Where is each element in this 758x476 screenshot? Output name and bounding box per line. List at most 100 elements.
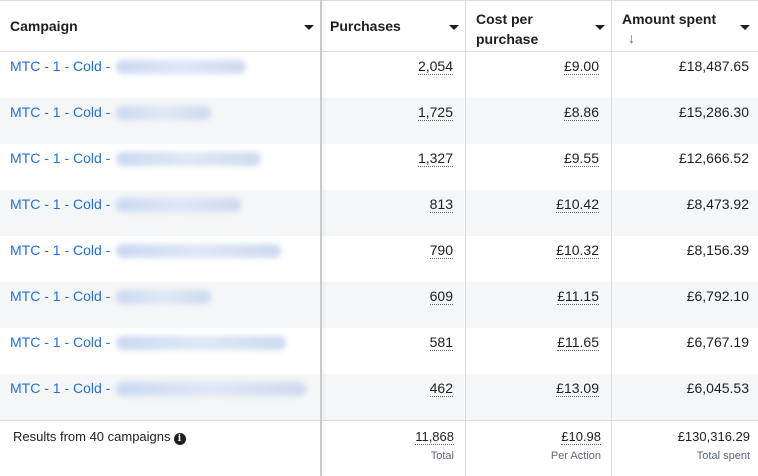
- campaign-name-link[interactable]: MTC - 1 - Cold -: [10, 282, 310, 328]
- amount-spent-cell: £8,473.92: [687, 190, 749, 236]
- purchases-cell[interactable]: 813: [429, 190, 453, 236]
- cost-value: £11.15: [557, 288, 599, 305]
- cost-total[interactable]: £10.98: [561, 429, 601, 445]
- campaign-name-text: MTC - 1 - Cold -: [10, 58, 111, 74]
- purchases-cell[interactable]: 1,327: [417, 144, 453, 190]
- cost-value: £10.42: [556, 196, 599, 213]
- amount-value: £8,156.39: [686, 242, 749, 258]
- campaign-name-link[interactable]: MTC - 1 - Cold -: [10, 52, 310, 98]
- campaign-name-text: MTC - 1 - Cold -: [10, 196, 111, 212]
- purchases-cell[interactable]: 609: [429, 282, 453, 328]
- amount-spent-cell: £15,286.30: [679, 98, 749, 144]
- chevron-down-icon[interactable]: [740, 25, 750, 30]
- redacted-name: [116, 336, 287, 351]
- purchases-cell[interactable]: 581: [429, 328, 453, 374]
- cost-per-purchase-cell[interactable]: £10.32: [556, 236, 599, 282]
- campaign-name-text: MTC - 1 - Cold -: [10, 104, 111, 120]
- amount-value: £12,666.52: [678, 150, 749, 166]
- column-header-label: Campaign: [10, 18, 78, 34]
- amount-spent-cell: £6,045.53: [687, 374, 749, 420]
- purchases-cell[interactable]: 790: [429, 236, 453, 282]
- info-icon[interactable]: i: [173, 433, 186, 445]
- redacted-name: [116, 198, 242, 213]
- cost-value: £8.86: [563, 104, 599, 121]
- column-divider[interactable]: [465, 0, 466, 476]
- purchases-value: 2,054: [417, 58, 453, 75]
- purchases-value: 813: [429, 196, 453, 213]
- amount-value: £8,473.92: [686, 196, 749, 212]
- amount-spent-cell: £8,156.39: [687, 236, 749, 282]
- amount-spent-cell: £6,792.10: [687, 282, 749, 328]
- table-row: MTC - 1 - Cold - 790 £10.32 £8,156.39: [0, 236, 758, 282]
- purchases-value: 609: [429, 288, 453, 305]
- amount-spent-cell: £18,487.65: [679, 52, 749, 98]
- purchases-cell[interactable]: 462: [429, 374, 453, 420]
- redacted-name: [116, 290, 212, 305]
- cost-value: £9.55: [563, 150, 599, 167]
- cost-per-purchase-cell[interactable]: £13.09: [556, 374, 599, 420]
- column-divider[interactable]: [320, 0, 322, 476]
- redacted-name: [116, 244, 282, 259]
- chevron-down-icon[interactable]: [304, 25, 314, 30]
- column-header-label: purchase: [476, 31, 539, 47]
- campaign-name-link[interactable]: MTC - 1 - Cold -: [10, 328, 310, 374]
- column-header-label: Amount spent: [622, 11, 717, 27]
- results-summary: Results from 40 campaigns i: [13, 429, 186, 445]
- amount-value: £6,767.19: [686, 334, 749, 350]
- redacted-name: [116, 60, 247, 75]
- purchases-cell[interactable]: 1,725: [417, 98, 453, 144]
- campaign-name-text: MTC - 1 - Cold -: [10, 288, 111, 304]
- amount-value: £6,792.10: [686, 288, 749, 304]
- cost-value: £9.00: [563, 58, 599, 75]
- column-divider[interactable]: [611, 0, 612, 476]
- amount-spent-cell: £6,767.19: [687, 328, 749, 374]
- campaign-name-text: MTC - 1 - Cold -: [10, 242, 111, 258]
- purchases-total-caption: Total: [430, 450, 454, 462]
- amount-spent-cell: £12,666.52: [679, 144, 749, 190]
- cost-per-purchase-cell[interactable]: £9.00: [563, 52, 599, 98]
- table-row: MTC - 1 - Cold - 462 £13.09 £6,045.53: [0, 374, 758, 420]
- cost-total-value: £10.98: [561, 429, 601, 445]
- amount-value: £6,045.53: [686, 380, 749, 396]
- table-row: MTC - 1 - Cold - 2,054 £9.00 £18,487.65: [0, 52, 758, 98]
- cost-total-caption: Per Action: [550, 450, 601, 462]
- cost-per-purchase-cell[interactable]: £10.42: [556, 190, 599, 236]
- column-header-campaign[interactable]: Campaign: [0, 1, 322, 52]
- chevron-down-icon[interactable]: [449, 25, 459, 30]
- table-footer: Results from 40 campaigns i 11,868 Total …: [0, 420, 758, 476]
- cost-value: £11.65: [557, 334, 599, 351]
- campaign-name-link[interactable]: MTC - 1 - Cold -: [10, 374, 310, 420]
- campaign-name-link[interactable]: MTC - 1 - Cold -: [10, 144, 310, 190]
- column-header-label: Purchases: [330, 18, 401, 34]
- purchases-value: 1,725: [417, 104, 453, 121]
- cost-per-purchase-cell[interactable]: £9.55: [563, 144, 599, 190]
- column-header-cost-per-purchase[interactable]: Cost per purchase: [466, 1, 612, 52]
- table-row: MTC - 1 - Cold - 581 £11.65 £6,767.19: [0, 328, 758, 374]
- cost-value: £10.32: [556, 242, 599, 259]
- purchases-value: 1,327: [417, 150, 453, 167]
- chevron-down-icon[interactable]: [595, 25, 605, 30]
- purchases-cell[interactable]: 2,054: [417, 52, 453, 98]
- campaign-name-link[interactable]: MTC - 1 - Cold -: [10, 236, 310, 282]
- sort-descending-icon[interactable]: ↓: [628, 30, 635, 46]
- table-row: MTC - 1 - Cold - 609 £11.15 £6,792.10: [0, 282, 758, 328]
- campaign-name-link[interactable]: MTC - 1 - Cold -: [10, 190, 310, 236]
- amount-total-caption: Total spent: [696, 450, 750, 462]
- campaign-name-link[interactable]: MTC - 1 - Cold -: [10, 98, 310, 144]
- column-header-purchases[interactable]: Purchases: [322, 1, 466, 52]
- amount-value: £15,286.30: [678, 104, 749, 120]
- purchases-total[interactable]: 11,868: [415, 429, 454, 445]
- column-header-amount-spent[interactable]: Amount spent ↓: [612, 1, 758, 52]
- campaign-name-text: MTC - 1 - Cold -: [10, 380, 111, 396]
- purchases-total-value: 11,868: [415, 429, 454, 445]
- purchases-value: 790: [429, 242, 453, 259]
- campaign-name-text: MTC - 1 - Cold -: [10, 334, 111, 350]
- redacted-name: [116, 152, 262, 167]
- cost-per-purchase-cell[interactable]: £11.65: [557, 328, 599, 374]
- cost-per-purchase-cell[interactable]: £8.86: [563, 98, 599, 144]
- table-header: Campaign Purchases Cost per purchase Amo…: [0, 0, 758, 52]
- cost-per-purchase-cell[interactable]: £11.15: [557, 282, 599, 328]
- purchases-value: 581: [429, 334, 453, 351]
- redacted-name: [116, 106, 212, 121]
- results-label: Results from 40 campaigns: [13, 429, 171, 444]
